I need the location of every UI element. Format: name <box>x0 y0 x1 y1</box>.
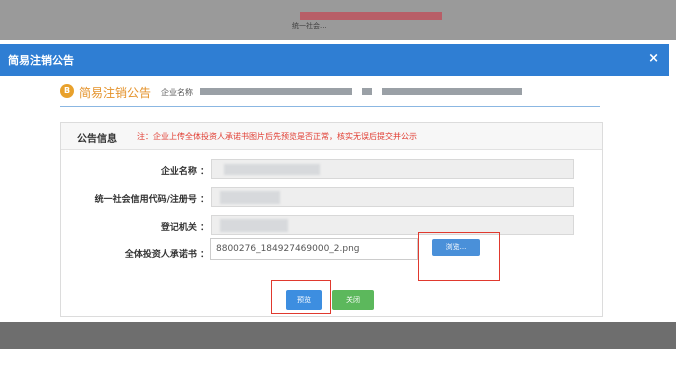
notice-title: 简易注销公告 <box>79 86 152 100</box>
panel-title: 公告信息 <box>77 134 117 145</box>
redacted-authority <box>220 219 288 232</box>
background-title-bar <box>300 12 442 20</box>
notice-info-panel: 公告信息 注：企业上传全体投资人承诺书图片后先预览是否正常，核实无误后提交并公示… <box>60 122 603 317</box>
preview-highlight-frame <box>271 280 331 314</box>
browse-highlight-frame <box>418 232 500 281</box>
redacted-separator <box>362 88 372 95</box>
close-icon[interactable]: × <box>648 51 659 66</box>
panel-warning-note: 注：企业上传全体投资人承诺书图片后先预览是否正常，核实无误后提交并公示 <box>137 132 417 141</box>
redacted-credit-code <box>220 191 280 204</box>
notice-summary: B 简易注销公告 企业名称 <box>60 83 620 101</box>
section-divider <box>60 106 600 107</box>
redacted-company-name <box>200 88 352 95</box>
redacted-company-detail <box>382 88 522 95</box>
background-footer <box>0 322 676 349</box>
company-name-label: 企业名称 ： <box>160 167 209 177</box>
authority-label: 登记机关 ： <box>160 223 209 233</box>
commitment-label: 全体投资人承诺书 ： <box>124 250 209 260</box>
credit-code-field <box>211 187 574 207</box>
dialog-title: 简易注销公告 <box>8 54 74 67</box>
close-button[interactable]: 关闭 <box>332 290 374 310</box>
notice-company-label: 企业名称 <box>161 88 193 97</box>
company-name-field <box>211 159 574 179</box>
authority-field <box>211 215 574 235</box>
redacted-company-value <box>224 164 320 175</box>
cancellation-notice-dialog: 简易注销公告 × B 简易注销公告 企业名称 公告信息 注：企业上传全体投资人承… <box>0 44 669 322</box>
notice-badge-icon: B <box>60 84 74 98</box>
commitment-file-input[interactable]: 8800276_184927469000_2.png <box>210 238 418 260</box>
background-blank <box>0 349 676 367</box>
panel-header: 公告信息 注：企业上传全体投资人承诺书图片后先预览是否正常，核实无误后提交并公示 <box>61 123 602 150</box>
background-subtitle: 统一社会... <box>292 22 327 30</box>
credit-code-label: 统一社会信用代码/注册号 ： <box>94 195 209 205</box>
dialog-header: 简易注销公告 × <box>0 44 669 76</box>
background-header: 统一社会... <box>0 0 676 40</box>
